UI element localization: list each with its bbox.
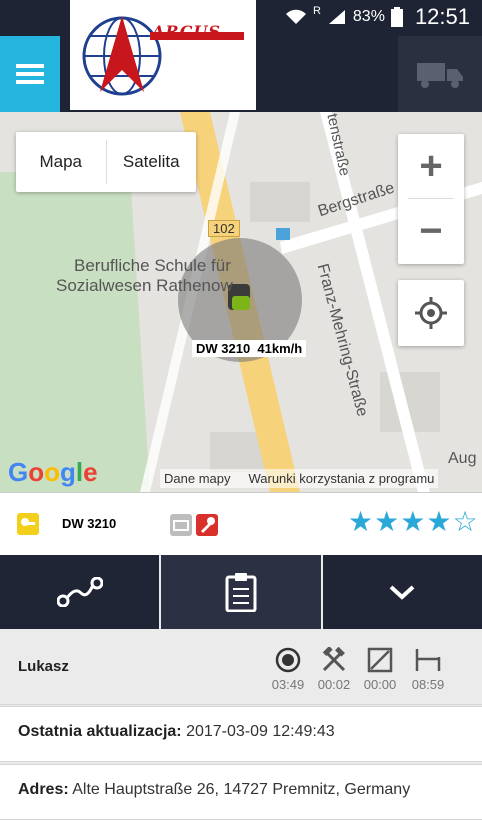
wrench-icon (196, 514, 218, 536)
chevron-down-icon (389, 585, 415, 600)
wifi-icon (285, 9, 306, 24)
address-value: Alte Hauptstraße 26, 14727 Premnitz, Ger… (72, 781, 411, 798)
zoom-control: + − (398, 134, 464, 264)
tab-details[interactable] (161, 555, 321, 629)
vehicle-row[interactable]: DW 3210 ★ ★ ★ ★ ☆ (0, 492, 482, 556)
street-label-aug: Aug (448, 450, 477, 467)
route-icon (56, 577, 103, 607)
activity-rest: 08:59 (406, 646, 450, 692)
work-icon (322, 647, 346, 672)
activity-time: 00:00 (363, 677, 397, 692)
vehicle-map-label: DW 3210 41km/h (192, 340, 307, 357)
availability-icon (367, 647, 393, 673)
rest-icon (415, 649, 441, 671)
driver-row: Lukasz 03:49 00:02 00:00 08:59 (0, 630, 482, 705)
rating-stars: ★ ★ ★ ★ ☆ (348, 505, 478, 538)
zoom-out-button[interactable]: − (398, 199, 464, 263)
activity-availability: 00:00 (358, 646, 402, 692)
star-filled-icon: ★ (374, 506, 400, 537)
logo-text: ARCUS (152, 22, 221, 41)
place-label-line1: Berufliche Schule für (74, 256, 231, 275)
map-attribution: Dane mapy Warunki korzystania z programu (160, 469, 439, 488)
google-logo: Google (8, 457, 98, 487)
driving-icon (275, 647, 301, 673)
terms-link[interactable]: Warunki korzystania z programu (248, 471, 434, 486)
address-row: Adres: Alte Hauptstraße 26, 14727 Premni… (0, 764, 482, 820)
vehicles-button[interactable] (398, 36, 482, 112)
zoom-in-button[interactable]: + (398, 134, 464, 198)
menu-button[interactable] (0, 36, 60, 112)
key-icon (17, 513, 39, 535)
last-update-value: 2017-03-09 12:49:43 (186, 723, 335, 740)
star-empty-icon: ☆ (452, 506, 478, 537)
map-type-control: Mapa Satelita (16, 132, 196, 192)
map-type-satellite-button[interactable]: Satelita (107, 132, 197, 192)
clipboard-icon (225, 573, 257, 612)
activity-work: 00:02 (312, 646, 356, 692)
address-label: Adres: (18, 781, 69, 798)
map-type-map-button[interactable]: Mapa (16, 132, 106, 192)
activity-time: 03:49 (271, 677, 305, 692)
map-data-link[interactable]: Dane mapy (164, 471, 230, 486)
driver-name: Lukasz (18, 658, 69, 675)
activity-time: 00:02 (317, 677, 351, 692)
crosshair-icon (415, 297, 447, 329)
roaming-indicator: R (312, 5, 321, 17)
activity-driving: 03:49 (266, 646, 310, 692)
tab-route[interactable] (0, 555, 160, 629)
battery-icon (390, 7, 403, 27)
tachograph-icon (170, 514, 192, 536)
place-label-line2: Sozialwesen Rathenow (56, 276, 233, 295)
star-filled-icon: ★ (400, 506, 426, 537)
detail-tabs (0, 555, 482, 629)
last-update-row: Ostatnia aktualizacja: 2017-03-09 12:49:… (0, 706, 482, 762)
star-filled-icon: ★ (348, 506, 374, 537)
truck-icon (417, 63, 463, 88)
company-logo: ARCUS (70, 0, 256, 110)
road-number-label: 102 (208, 220, 240, 237)
vehicle-name: DW 3210 (62, 516, 117, 531)
hamburger-icon (16, 64, 44, 84)
battery-percent: 83% (352, 8, 385, 25)
activity-time: 08:59 (411, 677, 445, 692)
clock: 12:51 (414, 4, 470, 29)
tab-more[interactable] (322, 555, 482, 629)
locate-button[interactable] (398, 280, 464, 346)
star-filled-icon: ★ (426, 506, 452, 537)
map-view[interactable]: 102 Berufliche Schule für Sozialwesen Ra… (0, 112, 482, 492)
signal-icon (328, 10, 345, 24)
globe-logo-icon (82, 16, 244, 96)
last-update-label: Ostatnia aktualizacja: (18, 723, 182, 740)
